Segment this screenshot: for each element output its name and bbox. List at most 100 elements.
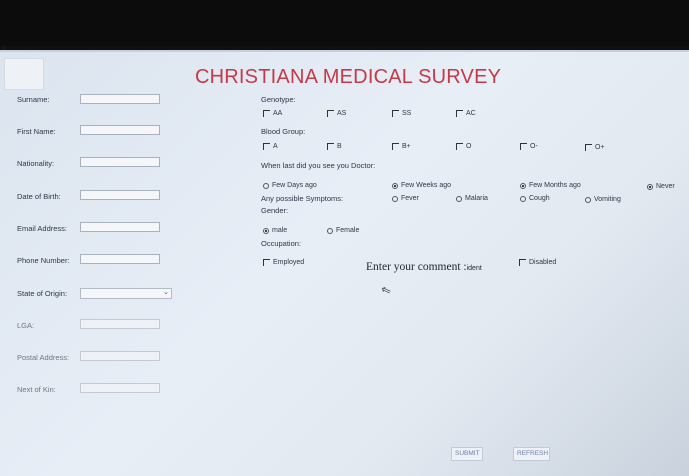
genotype-aa-checkbox[interactable]: AA	[263, 110, 282, 117]
option-label: O-	[530, 143, 538, 150]
doctor-few-months-radio[interactable]: Few Months ago	[520, 182, 581, 189]
radio-circle-selected	[647, 183, 653, 190]
blood-group-o-minus-checkbox[interactable]: O-	[520, 143, 538, 150]
option-label: AC	[466, 110, 476, 117]
comment-label: Enter your comment :ident	[366, 261, 482, 273]
option-label: Few Weeks ago	[401, 182, 452, 189]
phone-label: Phone Number:	[17, 256, 70, 265]
option-label: AA	[273, 110, 283, 117]
option-label: AS	[337, 110, 347, 117]
option-label: Fever	[401, 195, 419, 202]
symptom-malaria-radio[interactable]: Malaria	[456, 195, 488, 202]
surname-input[interactable]	[80, 94, 160, 104]
option-label: Female	[336, 227, 360, 234]
gender-female-radio[interactable]: Female	[327, 227, 359, 234]
first-name-input[interactable]	[80, 125, 160, 135]
submit-button[interactable]: SUBMIT	[451, 447, 483, 461]
occupation-employed-checkbox[interactable]: Employed	[263, 259, 304, 266]
blood-group-label: Blood Group:	[261, 127, 306, 136]
option-label: SS	[402, 110, 412, 117]
first-name-label: First Name:	[17, 127, 56, 136]
option-label: Few Months ago	[529, 182, 581, 189]
checkbox-box	[327, 110, 334, 117]
radio-circle	[263, 182, 269, 189]
nationality-input[interactable]	[80, 157, 160, 167]
checkbox-box	[327, 143, 334, 150]
state-of-origin-label: State of Origin:	[17, 289, 68, 298]
page-title: CHRISTIANA MEDICAL SURVEY	[195, 66, 502, 88]
comment-label-text: Enter your comment :	[366, 261, 467, 273]
checkbox-box	[392, 143, 399, 150]
doctor-never-radio[interactable]: Never	[647, 183, 675, 190]
lga-input[interactable]	[80, 319, 160, 329]
genotype-as-checkbox[interactable]: AS	[327, 110, 346, 117]
doctor-few-days-radio[interactable]: Few Days ago	[263, 182, 317, 189]
checkbox-box	[392, 110, 399, 117]
screen-top-bezel	[0, 0, 689, 46]
surname-label: Surname:	[17, 95, 50, 104]
radio-circle-selected	[520, 182, 526, 189]
symptom-fever-radio[interactable]: Fever	[392, 195, 419, 202]
option-label: B	[337, 143, 342, 150]
date-of-birth-label: Date of Birth:	[17, 192, 61, 201]
symptom-cough-radio[interactable]: Cough	[520, 195, 550, 202]
occupation-disabled-checkbox[interactable]: Disabled	[519, 259, 556, 266]
option-label: Malaria	[465, 195, 488, 202]
next-of-kin-input[interactable]	[80, 383, 160, 393]
blood-group-b-plus-checkbox[interactable]: B+	[392, 143, 411, 150]
blood-group-o-plus-checkbox[interactable]: O+	[585, 144, 605, 151]
radio-circle	[392, 195, 398, 202]
option-label: Few Days ago	[272, 182, 317, 189]
radio-circle	[585, 196, 591, 203]
checkbox-box	[263, 143, 270, 150]
radio-circle	[456, 195, 462, 202]
blood-group-b-checkbox[interactable]: B	[327, 143, 342, 150]
checkbox-box	[456, 143, 463, 150]
gender-label: Gender:	[261, 206, 289, 215]
checkbox-box	[519, 259, 526, 266]
state-of-origin-select[interactable]: ⌄	[80, 288, 172, 299]
symptom-vomiting-radio[interactable]: Vomiting	[585, 196, 621, 203]
genotype-ss-checkbox[interactable]: SS	[392, 110, 411, 117]
email-label: Email Address:	[17, 224, 68, 233]
option-label: B+	[402, 143, 411, 150]
option-label: male	[272, 227, 288, 234]
checkbox-box	[456, 110, 463, 117]
option-label: Employed	[273, 259, 305, 266]
occupation-label: Occupation:	[261, 239, 302, 248]
blood-group-o-checkbox[interactable]: O	[456, 143, 471, 150]
checkbox-box	[520, 143, 527, 150]
option-label: O	[466, 143, 472, 150]
blood-group-a-checkbox[interactable]: A	[263, 143, 278, 150]
phone-input[interactable]	[80, 254, 160, 264]
gender-male-radio[interactable]: male	[263, 227, 287, 234]
doctor-few-weeks-radio[interactable]: Few Weeks ago	[392, 182, 451, 189]
option-label: Cough	[529, 195, 550, 202]
postal-address-label: Postal Address:	[17, 353, 70, 362]
option-label: Never	[656, 183, 675, 190]
checkbox-box	[263, 110, 270, 117]
checkbox-box	[585, 144, 592, 151]
mouse-cursor-icon: ⇖	[378, 281, 394, 299]
checkbox-box	[263, 259, 270, 266]
next-of-kin-label: Next of Kin:	[17, 385, 56, 394]
postal-address-input[interactable]	[80, 351, 160, 361]
date-of-birth-input[interactable]	[80, 190, 160, 200]
option-label: A	[273, 143, 278, 150]
radio-circle-selected	[263, 227, 269, 234]
option-label: Disabled	[529, 259, 557, 266]
symptoms-label: Any possible Symptoms:	[261, 194, 344, 203]
overlapped-option-text: ident	[466, 265, 482, 272]
logo-placeholder	[4, 58, 44, 90]
doctor-visit-label: When last did you see you Doctor:	[261, 161, 376, 170]
option-label: Vomiting	[594, 196, 621, 203]
genotype-ac-checkbox[interactable]: AC	[456, 110, 476, 117]
option-label: O+	[595, 144, 605, 151]
nationality-label: Nationality:	[17, 159, 55, 168]
genotype-label: Genotype:	[261, 95, 296, 104]
survey-form: CHRISTIANA MEDICAL SURVEY Surname: First…	[0, 50, 689, 476]
email-input[interactable]	[80, 222, 160, 232]
refresh-button[interactable]: REFRESH	[513, 447, 550, 461]
radio-circle	[520, 195, 526, 202]
radio-circle	[327, 227, 333, 234]
